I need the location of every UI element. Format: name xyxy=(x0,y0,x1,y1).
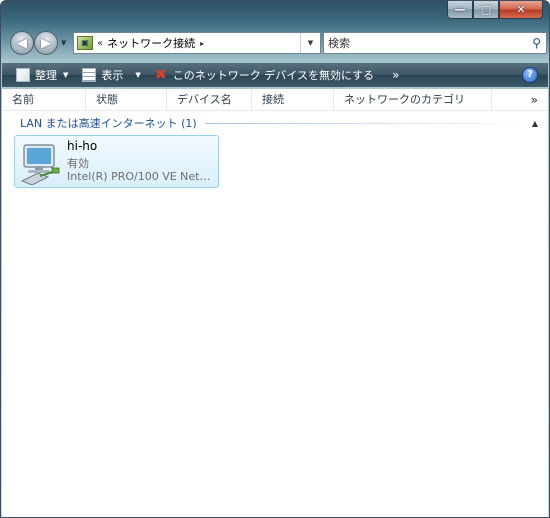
address-bar[interactable]: ▣ « ネットワーク接続 ▸ ▼ xyxy=(73,32,321,54)
file-list-view: 名前 状態 デバイス名 接続 ネットワークのカテゴリ » LAN または高速イン… xyxy=(2,89,548,517)
collapse-chevron-icon[interactable]: ▲ xyxy=(532,119,538,128)
group-divider xyxy=(204,122,526,124)
column-header-connection[interactable]: 接続 xyxy=(252,89,334,111)
column-header-status[interactable]: 状態 xyxy=(86,89,167,111)
minimize-icon[interactable]: — xyxy=(447,1,473,19)
breadcrumb-network-connections[interactable]: ネットワーク接続 xyxy=(107,35,195,51)
forward-button[interactable]: ▶ xyxy=(34,31,58,55)
disable-device-button[interactable]: ✖ このネットワーク デバイスを無効にする xyxy=(149,64,378,86)
connection-device-name: Intel(R) PRO/100 VE Network Connection xyxy=(67,170,217,183)
more-commands-button[interactable]: » xyxy=(378,64,403,86)
search-icon[interactable]: ⚲ xyxy=(532,36,541,50)
network-adapter-icon xyxy=(20,144,60,185)
maximize-icon[interactable]: □ xyxy=(473,1,499,19)
disable-x-icon: ✖ xyxy=(154,67,167,83)
recent-pages-dropdown[interactable]: ▼ xyxy=(61,39,66,47)
help-icon[interactable]: ? xyxy=(522,67,538,83)
caption-buttons: — □ ✕ xyxy=(447,1,543,19)
column-header-network-category[interactable]: ネットワークのカテゴリ xyxy=(334,89,492,111)
organize-button[interactable]: 整理 ▼ xyxy=(12,64,72,86)
address-overflow-chevron[interactable]: « xyxy=(97,38,103,49)
group-title: LAN または高速インターネット (1) xyxy=(20,117,197,130)
group-header-lan[interactable]: LAN または高速インターネット (1) ▲ xyxy=(2,113,548,133)
arrow-right-icon: ▶ xyxy=(41,35,51,51)
organize-label: 整理 xyxy=(35,69,57,82)
search-box: ⚲ xyxy=(323,32,547,54)
views-button[interactable]: 表示 ▼ xyxy=(78,64,144,86)
organize-icon xyxy=(16,68,30,82)
address-row: ◀ ▶ ▼ ▣ « ネットワーク接続 ▸ ▼ ↻ ⚲ xyxy=(7,29,547,57)
organize-caret-icon: ▼ xyxy=(63,71,69,79)
network-folder-icon: ▣ xyxy=(77,36,93,50)
more-columns-chevron[interactable]: » xyxy=(531,89,548,110)
arrow-left-icon: ◀ xyxy=(17,35,27,51)
address-dropdown-button[interactable]: ▼ xyxy=(300,33,320,53)
close-icon[interactable]: ✕ xyxy=(499,1,543,19)
views-label: 表示 xyxy=(101,69,124,82)
back-button[interactable]: ◀ xyxy=(10,31,34,55)
network-connection-tile[interactable]: hi-ho 有効 Intel(R) PRO/100 VE Network Con… xyxy=(14,135,219,188)
column-headers: 名前 状態 デバイス名 接続 ネットワークのカテゴリ » xyxy=(2,89,548,111)
column-header-name[interactable]: 名前 xyxy=(2,89,86,111)
explorer-window: — □ ✕ ◀ ▶ ▼ ▣ « ネットワーク接続 ▸ ▼ ↻ ⚲ 整理 ▼ 表示… xyxy=(0,0,550,518)
views-caret-icon: ▼ xyxy=(135,71,141,79)
disable-device-label: このネットワーク デバイスを無効にする xyxy=(172,69,375,82)
connection-name: hi-ho xyxy=(67,139,98,153)
more-commands-chevron: » xyxy=(392,68,400,82)
connection-status: 有効 xyxy=(67,157,89,170)
command-bar: 整理 ▼ 表示 ▼ ✖ このネットワーク デバイスを無効にする » ? xyxy=(2,63,548,87)
column-header-device-name[interactable]: デバイス名 xyxy=(167,89,252,111)
views-icon xyxy=(82,68,97,82)
breadcrumb-separator-icon[interactable]: ▸ xyxy=(200,39,204,48)
search-input[interactable] xyxy=(328,36,518,50)
